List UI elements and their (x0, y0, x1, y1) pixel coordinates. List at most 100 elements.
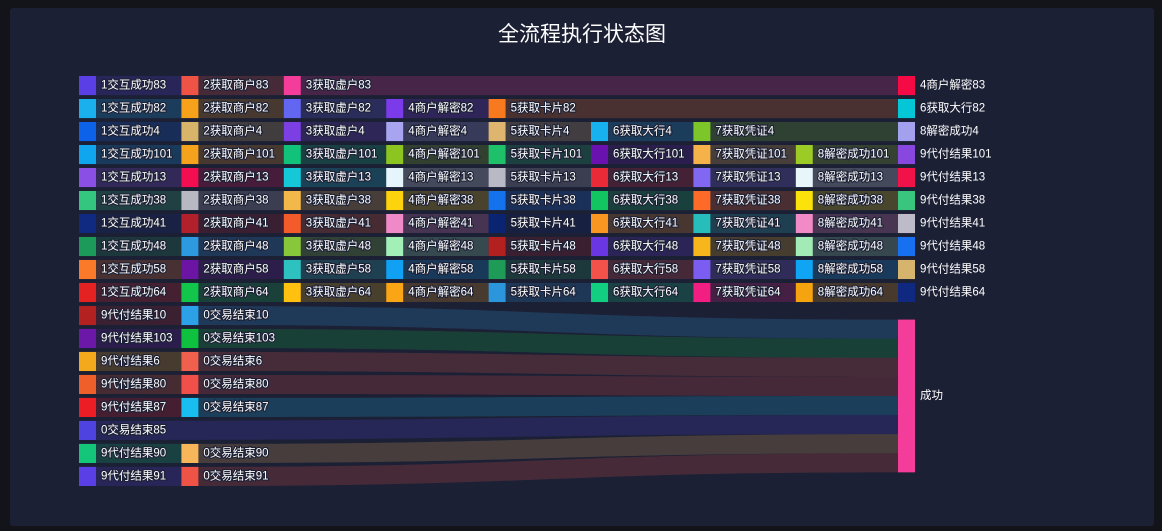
sankey-node[interactable] (181, 328, 199, 349)
sankey-node[interactable] (386, 282, 404, 303)
sankey-node[interactable] (79, 305, 96, 326)
sankey-node[interactable] (79, 213, 96, 234)
sankey-node[interactable] (283, 98, 301, 119)
sankey-node[interactable] (795, 236, 813, 257)
sankey-node[interactable] (283, 76, 301, 96)
sankey-node[interactable] (898, 98, 915, 119)
sankey-node[interactable] (693, 190, 711, 211)
sankey-node[interactable] (283, 190, 301, 211)
sankey-node[interactable] (795, 190, 813, 211)
sankey-node[interactable] (386, 121, 404, 142)
sankey-node[interactable] (181, 213, 199, 234)
sankey-node[interactable] (898, 259, 915, 280)
sankey-node[interactable] (181, 305, 199, 326)
sankey-link[interactable] (300, 76, 898, 96)
sankey-node[interactable] (181, 167, 199, 188)
sankey-node[interactable] (693, 259, 711, 280)
sankey-node[interactable] (181, 397, 199, 418)
sankey-node[interactable] (795, 282, 813, 303)
sankey-node[interactable] (79, 236, 96, 257)
sankey-node[interactable] (693, 282, 711, 303)
sankey-node[interactable] (79, 190, 96, 211)
sankey-node[interactable] (591, 259, 608, 280)
sankey-node[interactable] (795, 167, 813, 188)
sankey-node[interactable] (79, 282, 96, 303)
sankey-node[interactable] (181, 190, 199, 211)
sankey-node[interactable] (181, 282, 199, 303)
sankey-node[interactable] (898, 282, 915, 303)
sankey-node[interactable] (181, 144, 199, 165)
sankey-node[interactable] (591, 213, 608, 234)
sankey-node[interactable] (488, 282, 506, 303)
sankey-node[interactable] (79, 466, 96, 486)
sankey-node[interactable] (181, 443, 199, 464)
sankey-node[interactable] (181, 121, 199, 142)
sankey-node[interactable] (386, 213, 404, 234)
sankey-node[interactable] (386, 144, 404, 165)
sankey-node[interactable] (79, 420, 96, 441)
sankey-node[interactable] (898, 319, 915, 473)
sankey-node[interactable] (79, 121, 96, 142)
sankey-node[interactable] (898, 190, 915, 211)
sankey-node[interactable] (181, 236, 199, 257)
sankey-node[interactable] (488, 167, 506, 188)
sankey-node[interactable] (181, 466, 199, 486)
sankey-node[interactable] (386, 167, 404, 188)
sankey-node[interactable] (283, 167, 301, 188)
sankey-node[interactable] (79, 76, 96, 96)
sankey-node[interactable] (795, 259, 813, 280)
sankey-node[interactable] (591, 236, 608, 257)
sankey-node[interactable] (181, 374, 199, 395)
sankey-node[interactable] (79, 351, 96, 372)
sankey-node[interactable] (898, 167, 915, 188)
sankey-node[interactable] (488, 121, 506, 142)
sankey-node[interactable] (898, 121, 915, 142)
sankey-node[interactable] (898, 213, 915, 234)
sankey-node[interactable] (181, 98, 199, 119)
sankey-node[interactable] (898, 236, 915, 257)
sankey-node[interactable] (488, 259, 506, 280)
sankey-node[interactable] (795, 144, 813, 165)
sankey-node[interactable] (693, 167, 711, 188)
sankey-node[interactable] (591, 144, 608, 165)
sankey-node[interactable] (79, 167, 96, 188)
sankey-link[interactable] (198, 374, 898, 396)
sankey-node[interactable] (693, 144, 711, 165)
sankey-node[interactable] (591, 121, 608, 142)
sankey-node[interactable] (488, 236, 506, 257)
sankey-link[interactable] (198, 395, 898, 418)
sankey-node[interactable] (283, 121, 301, 142)
sankey-node[interactable] (693, 121, 711, 142)
sankey-node[interactable] (488, 144, 506, 165)
sankey-node[interactable] (283, 213, 301, 234)
sankey-node[interactable] (488, 98, 506, 119)
sankey-node[interactable] (79, 259, 96, 280)
sankey-node[interactable] (79, 328, 96, 349)
sankey-node[interactable] (693, 236, 711, 257)
sankey-node[interactable] (591, 282, 608, 303)
sankey-node[interactable] (591, 190, 608, 211)
sankey-node[interactable] (181, 351, 199, 372)
sankey-node[interactable] (693, 213, 711, 234)
sankey-node[interactable] (181, 259, 199, 280)
sankey-node[interactable] (79, 443, 96, 464)
sankey-node[interactable] (386, 259, 404, 280)
sankey-node[interactable] (386, 236, 404, 257)
sankey-node[interactable] (79, 144, 96, 165)
sankey-node[interactable] (488, 213, 506, 234)
sankey-node[interactable] (386, 98, 404, 119)
sankey-node[interactable] (283, 144, 301, 165)
sankey-node[interactable] (898, 144, 915, 165)
sankey-node[interactable] (898, 76, 915, 96)
sankey-node[interactable] (181, 76, 199, 96)
sankey-node[interactable] (795, 213, 813, 234)
sankey-node[interactable] (591, 167, 608, 188)
sankey-node[interactable] (283, 282, 301, 303)
sankey-node[interactable] (79, 374, 96, 395)
sankey-node[interactable] (386, 190, 404, 211)
sankey-node[interactable] (79, 397, 96, 418)
sankey-node[interactable] (283, 236, 301, 257)
sankey-node[interactable] (79, 98, 96, 119)
sankey-node[interactable] (488, 190, 506, 211)
sankey-node[interactable] (283, 259, 301, 280)
